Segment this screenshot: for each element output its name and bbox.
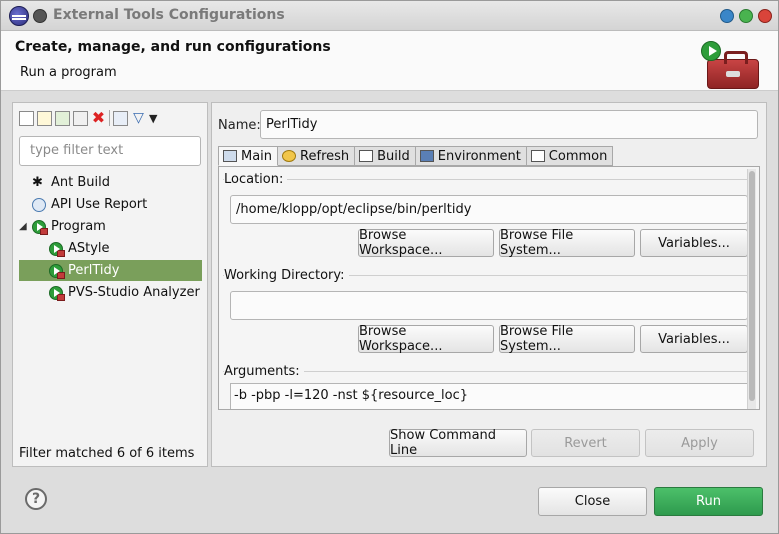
export-icon[interactable]: [55, 110, 70, 126]
help-icon[interactable]: ?: [25, 488, 47, 510]
tree-item-api-use-report[interactable]: API Use Report: [19, 194, 202, 215]
tab-build[interactable]: Build: [355, 146, 416, 166]
configuration-list-pane: ✖ ▽ ▼ type filter text ✱ Ant Build API U…: [12, 102, 208, 467]
tab-common[interactable]: Common: [526, 146, 614, 166]
workdir-browse-file-system-button[interactable]: Browse File System...: [499, 324, 635, 354]
close-window-icon[interactable]: [758, 9, 772, 23]
tab-label: Build: [377, 148, 410, 164]
tree-item-perltidy[interactable]: PerlTidy: [19, 260, 202, 281]
program-config-icon: [49, 241, 65, 257]
location-variables-button[interactable]: Variables...: [640, 229, 748, 257]
view-menu-icon[interactable]: ▼: [149, 112, 161, 125]
dialog-header: Create, manage, and run configurations R…: [1, 31, 778, 91]
header-title: Create, manage, and run configurations: [15, 39, 331, 55]
location-label: Location:: [224, 172, 288, 187]
toolbar-separator: [109, 110, 110, 126]
location-input[interactable]: /home/klopp/opt/eclipse/bin/perltidy: [230, 195, 748, 224]
window-title: External Tools Configurations: [53, 7, 285, 23]
delete-icon[interactable]: ✖: [91, 109, 106, 126]
window-menu-icon[interactable]: [33, 9, 47, 23]
tree-item-label: AStyle: [68, 241, 110, 256]
tab-main[interactable]: Main: [218, 146, 279, 166]
minimize-icon[interactable]: [720, 9, 734, 23]
maximize-icon[interactable]: [739, 9, 753, 23]
arguments-label: Arguments:: [224, 364, 304, 379]
revert-button[interactable]: Revert: [531, 429, 640, 457]
working-directory-input[interactable]: [230, 291, 748, 320]
tree-item-label: PVS-Studio Analyzer: [68, 285, 200, 300]
run-badge-icon: [701, 41, 721, 61]
run-button[interactable]: Run: [654, 487, 763, 516]
program-icon: [32, 219, 48, 235]
scrollbar-thumb[interactable]: [749, 171, 755, 401]
close-button[interactable]: Close: [538, 487, 647, 516]
tab-scrollbar[interactable]: [747, 169, 756, 409]
workdir-variables-button[interactable]: Variables...: [640, 325, 748, 353]
left-toolbar: ✖ ▽ ▼: [19, 109, 161, 127]
tree-item-label: Ant Build: [51, 175, 110, 190]
expand-chevron-icon[interactable]: ◢: [19, 221, 29, 232]
tree-item-astyle[interactable]: AStyle: [19, 238, 202, 259]
tree-item-pvs-studio[interactable]: PVS-Studio Analyzer: [19, 282, 202, 303]
program-config-icon: [49, 263, 65, 279]
duplicate-icon[interactable]: [73, 110, 88, 126]
api-report-icon: [32, 197, 46, 212]
tab-label: Environment: [437, 148, 521, 164]
program-config-icon: [49, 285, 65, 301]
common-icon: [530, 150, 545, 162]
filter-input[interactable]: type filter text: [19, 136, 201, 166]
working-directory-label: Working Directory:: [224, 268, 349, 283]
header-subtitle: Run a program: [20, 65, 117, 80]
main-tab-content: Location: /home/klopp/opt/eclipse/bin/pe…: [218, 166, 760, 410]
title-bar[interactable]: External Tools Configurations: [1, 1, 778, 31]
filter-icon[interactable]: ▽: [131, 111, 146, 126]
new-prototype-icon[interactable]: [37, 110, 52, 126]
tab-label: Refresh: [300, 148, 350, 164]
group-border: [223, 179, 753, 180]
apply-button[interactable]: Apply: [645, 429, 754, 457]
refresh-icon: [282, 150, 297, 162]
eclipse-icon: [9, 6, 29, 26]
new-configuration-icon[interactable]: [19, 110, 34, 126]
tab-environment[interactable]: Environment: [415, 146, 527, 166]
tab-label: Main: [241, 148, 273, 164]
tree-item-label: Program: [51, 219, 106, 234]
main-tab-icon: [223, 150, 237, 162]
arguments-textarea[interactable]: -b -pbp -l=120 -nst ${resource_loc}: [230, 383, 748, 409]
build-icon: [359, 150, 374, 162]
tree-item-ant-build[interactable]: ✱ Ant Build: [19, 172, 202, 193]
location-browse-workspace-button[interactable]: Browse Workspace...: [358, 228, 494, 258]
show-command-line-button[interactable]: Show Command Line: [389, 428, 527, 458]
configuration-editor-pane: Name: PerlTidy Main Refresh Build Enviro…: [211, 102, 767, 467]
environment-icon: [419, 150, 434, 162]
name-input[interactable]: PerlTidy: [260, 110, 758, 139]
filter-status: Filter matched 6 of 6 items: [19, 446, 195, 461]
tab-refresh[interactable]: Refresh: [278, 146, 356, 166]
tree-item-program[interactable]: ◢ Program: [19, 216, 202, 237]
toolbox-icon: [707, 51, 759, 89]
tree-item-label: API Use Report: [51, 197, 148, 212]
tree-item-label: PerlTidy: [68, 263, 120, 278]
location-browse-file-system-button[interactable]: Browse File System...: [499, 228, 635, 258]
collapse-all-icon[interactable]: [113, 110, 128, 126]
name-label: Name:: [218, 118, 261, 133]
tab-label: Common: [548, 148, 608, 164]
dialog-window: External Tools Configurations Create, ma…: [0, 0, 779, 534]
workdir-browse-workspace-button[interactable]: Browse Workspace...: [358, 324, 494, 354]
ant-icon: ✱: [32, 174, 43, 190]
tab-strip: Main Refresh Build Environment Common: [218, 146, 614, 166]
